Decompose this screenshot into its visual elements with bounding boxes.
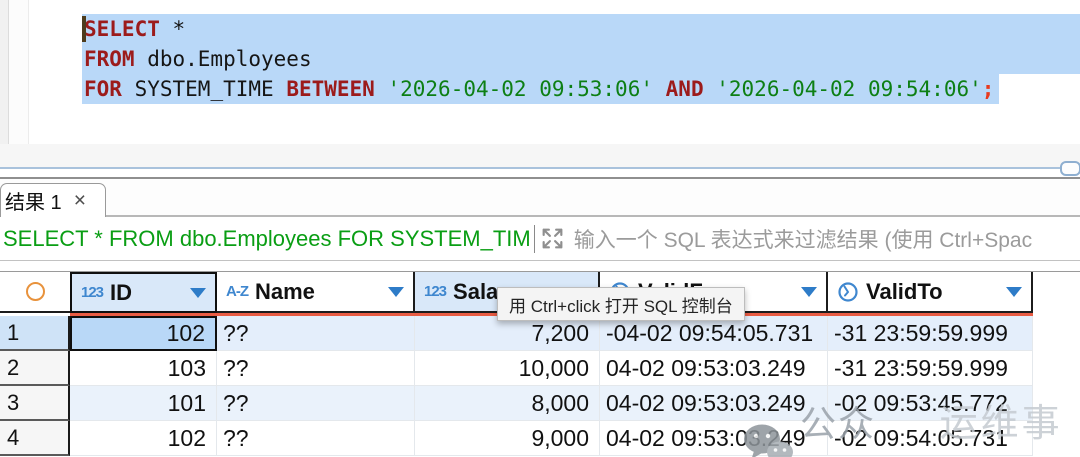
row-number-4[interactable]: 4 <box>0 421 70 456</box>
cell-validto-row-4[interactable]: -02 09:54:05.731 <box>828 421 1033 456</box>
column-dropdown-icon[interactable] <box>388 287 404 297</box>
sql-editor[interactable]: SELECT *FROM dbo.EmployeesFOR SYSTEM_TIM… <box>0 0 1080 144</box>
tooltip-text: 用 Ctrl+click 打开 SQL 控制台 <box>509 292 733 317</box>
cell-validfrom-row-3[interactable]: 04-02 09:53:03.249 <box>600 386 828 421</box>
table-row-4[interactable]: 4102??9,00004-02 09:53:03.249-02 09:54:0… <box>0 421 1080 456</box>
sql-token-string: '2026-04-02 09:53:06' <box>387 77 653 101</box>
numeric-type-icon: 123 <box>81 284 103 301</box>
numeric-type-icon: 123 <box>424 283 446 300</box>
column-label-name: Name <box>255 279 315 305</box>
cell-id-row-4[interactable]: 102 <box>70 421 217 456</box>
cell-id-row-2[interactable]: 103 <box>70 351 217 386</box>
sql-token-plain: SYSTEM_TIME <box>122 77 286 101</box>
sql-token-keyword: FROM <box>84 47 135 71</box>
dbeaver-window: SELECT *FROM dbo.EmployeesFOR SYSTEM_TIM… <box>0 0 1080 457</box>
sql-token-keyword: FOR <box>84 77 122 101</box>
results-tabbar: 结果 1 × <box>0 179 1080 217</box>
cell-validfrom-row-1[interactable]: -04-02 09:54:05.731 <box>600 316 828 351</box>
cell-validto-row-3[interactable]: -02 09:53:45.772 <box>828 386 1033 421</box>
cell-name-row-1[interactable]: ?? <box>217 316 415 351</box>
editor-bottom-band <box>0 144 1080 167</box>
row-filler <box>1033 421 1080 456</box>
column-dropdown-icon[interactable] <box>190 288 206 298</box>
row-number-2[interactable]: 2 <box>0 351 70 386</box>
cell-validfrom-row-4[interactable]: 04-02 09:53:03.249 <box>600 421 828 456</box>
cell-name-row-4[interactable]: ?? <box>217 421 415 456</box>
cell-salary-row-3[interactable]: 8,000 <box>415 386 600 421</box>
sql-token-plain: * <box>160 17 185 41</box>
sql-token-keyword: SELECT <box>84 17 160 41</box>
grid-body: 1102??7,200-04-02 09:54:05.731-31 23:59:… <box>0 316 1080 456</box>
column-dropdown-icon[interactable] <box>801 287 817 297</box>
table-row-2[interactable]: 2103??10,00004-02 09:53:03.249-31 23:59:… <box>0 351 1080 386</box>
expand-arrows-icon[interactable] <box>539 225 566 252</box>
sql-token-plain <box>375 77 388 101</box>
cell-name-row-2[interactable]: ?? <box>217 351 415 386</box>
cell-id-row-3[interactable]: 101 <box>70 386 217 421</box>
row-number-1[interactable]: 1 <box>0 316 70 351</box>
table-row-1[interactable]: 1102??7,200-04-02 09:54:05.731-31 23:59:… <box>0 316 1080 351</box>
sql-token-plain: dbo.Employees <box>135 47 312 71</box>
key-circle-icon <box>26 282 45 301</box>
column-label-id: ID <box>110 280 132 306</box>
sql-token-plain <box>704 77 717 101</box>
text-type-icon: A-Z <box>226 283 248 300</box>
row-filler <box>1033 316 1080 351</box>
sql-token-keyword: AND <box>666 77 704 101</box>
row-number-3[interactable]: 3 <box>0 386 70 421</box>
filter-placeholder: 输入一个 SQL 表达式来过滤结果 (使用 Ctrl+Spac <box>574 224 1032 254</box>
cell-salary-row-4[interactable]: 9,000 <box>415 421 600 456</box>
row-filler <box>1033 386 1080 421</box>
filter-sql-text[interactable]: SELECT * FROM dbo.Employees FOR SYSTEM_T… <box>0 226 531 252</box>
close-icon[interactable]: × <box>74 190 86 211</box>
row-filler <box>1033 351 1080 386</box>
sql-token-semicolon: ; <box>982 77 995 101</box>
column-dropdown-icon[interactable] <box>1006 287 1022 297</box>
cell-salary-row-1[interactable]: 7,200 <box>415 316 600 351</box>
tooltip: 用 Ctrl+click 打开 SQL 控制台 <box>497 287 745 321</box>
cell-id-row-1[interactable]: 102 <box>70 316 217 351</box>
sql-token-keyword: BETWEEN <box>286 77 375 101</box>
sash-handle[interactable] <box>1060 161 1080 176</box>
editor-left-edge <box>0 0 9 144</box>
text-caret <box>82 16 86 42</box>
cell-name-row-3[interactable]: ?? <box>217 386 415 421</box>
sql-line-3[interactable]: FOR SYSTEM_TIME BETWEEN '2026-04-02 09:5… <box>82 74 1080 104</box>
cell-validto-row-1[interactable]: -31 23:59:59.999 <box>828 316 1033 351</box>
sql-line-2[interactable]: FROM dbo.Employees <box>82 44 1080 74</box>
sql-token-string: '2026-04-02 09:54:06' <box>716 77 982 101</box>
sql-token-plain <box>653 77 666 101</box>
cell-salary-row-2[interactable]: 10,000 <box>415 351 600 386</box>
tab-result-1[interactable]: 结果 1 × <box>0 183 106 217</box>
table-row-3[interactable]: 3101??8,00004-02 09:53:03.249-02 09:53:4… <box>0 386 1080 421</box>
clock-icon <box>837 281 859 303</box>
cell-validto-row-2[interactable]: -31 23:59:59.999 <box>828 351 1033 386</box>
sql-code[interactable]: SELECT *FROM dbo.EmployeesFOR SYSTEM_TIM… <box>82 14 1080 104</box>
editor-annotation-ruler <box>9 0 29 144</box>
grid-corner-cell[interactable] <box>0 272 70 313</box>
cell-validfrom-row-2[interactable]: 04-02 09:53:03.249 <box>600 351 828 386</box>
filter-bar[interactable]: SELECT * FROM dbo.Employees FOR SYSTEM_T… <box>0 217 1080 261</box>
header-filler <box>1033 272 1080 313</box>
sql-line-1[interactable]: SELECT * <box>82 14 1080 44</box>
column-label-validto: ValidTo <box>866 279 943 305</box>
tab-label: 结果 1 <box>5 186 62 215</box>
text-cursor <box>534 225 535 253</box>
split-sash[interactable] <box>0 167 1080 169</box>
column-header-id[interactable]: 123 ID <box>70 272 217 313</box>
column-header-validto[interactable]: ValidTo <box>828 272 1033 313</box>
column-header-name[interactable]: A-Z Name <box>217 272 415 313</box>
